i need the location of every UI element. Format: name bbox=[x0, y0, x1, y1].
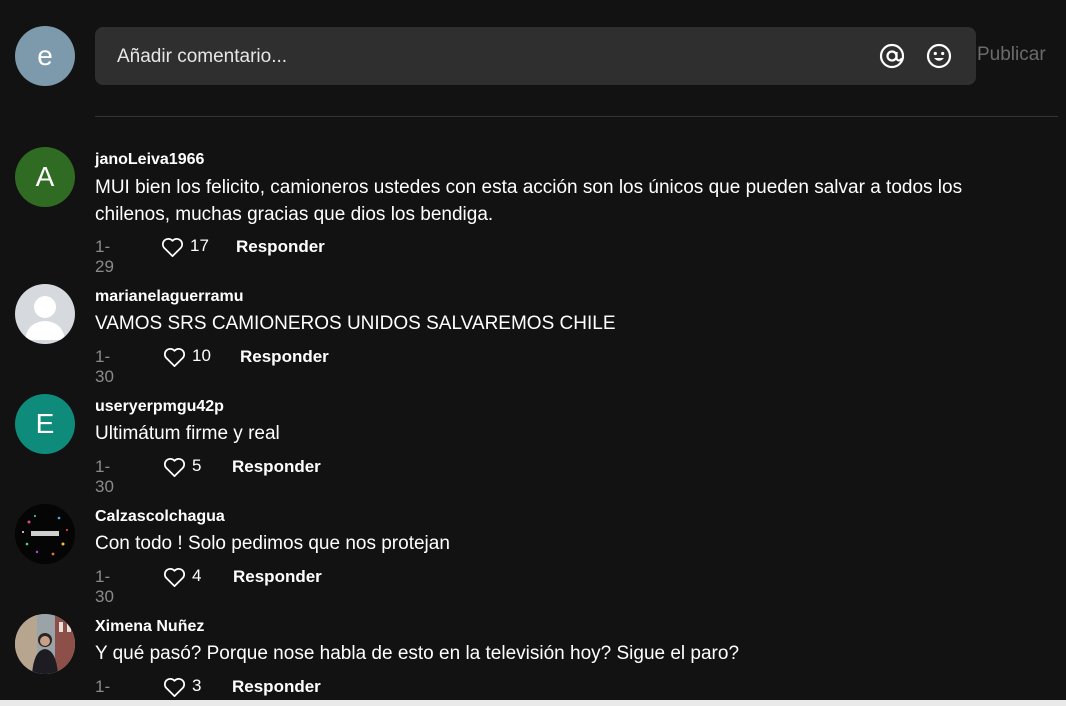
like-count: 10 bbox=[192, 346, 211, 365]
profile-photo-avatar-icon bbox=[15, 614, 75, 674]
like-count: 3 bbox=[192, 676, 202, 695]
reply-button[interactable]: Responder bbox=[232, 677, 321, 697]
reply-button[interactable]: Responder bbox=[233, 567, 322, 587]
commenter-avatar[interactable]: E bbox=[15, 394, 75, 454]
like-count: 5 bbox=[192, 456, 202, 475]
reply-button[interactable]: Responder bbox=[232, 457, 321, 477]
default-avatar-silhouette-icon bbox=[25, 296, 65, 340]
like-count: 4 bbox=[192, 566, 202, 585]
comment-text: Ultimátum firme y real bbox=[95, 423, 280, 444]
comment-text: Y qué pasó? Porque nose habla de esto en… bbox=[95, 643, 740, 664]
heart-outline-icon bbox=[163, 568, 186, 587]
comment-text: MUI bien los felicito, camioneros ustede… bbox=[95, 177, 963, 225]
comment-date: 1-30 bbox=[95, 347, 114, 386]
publish-button[interactable]: Publicar bbox=[977, 44, 1046, 66]
current-user-avatar-letter: e bbox=[37, 40, 53, 71]
commenter-username[interactable]: Calzascolchagua bbox=[95, 508, 225, 526]
commenter-avatar[interactable] bbox=[15, 284, 75, 344]
comment-date: 1-30 bbox=[95, 457, 114, 496]
bottom-edge bbox=[0, 700, 1066, 706]
reply-button[interactable]: Responder bbox=[240, 347, 329, 367]
comment-text: VAMOS SRS CAMIONEROS UNIDOS SALVAREMOS C… bbox=[95, 313, 616, 334]
comment-date: 1-29 bbox=[95, 237, 114, 276]
heart-outline-icon bbox=[163, 348, 186, 367]
commenter-avatar[interactable] bbox=[15, 504, 75, 564]
brand-logo-avatar-icon bbox=[15, 504, 75, 564]
comments-panel: e Publicar A janoLeiva1966 MUI bien los … bbox=[0, 0, 1066, 706]
commenter-username[interactable]: janoLeiva1966 bbox=[95, 151, 204, 169]
heart-outline-icon bbox=[161, 238, 184, 257]
commenter-username[interactable]: useryerpmgu42p bbox=[95, 398, 224, 416]
comment-composer: e Publicar bbox=[0, 0, 1066, 117]
commenter-avatar-letter: A bbox=[35, 161, 55, 192]
commenter-username[interactable]: marianelaguerramu bbox=[95, 288, 244, 306]
smiley-face-icon[interactable] bbox=[926, 43, 952, 69]
commenter-avatar[interactable]: A bbox=[15, 147, 75, 207]
comment-text: Con todo ! Solo pedimos que nos protejan bbox=[95, 533, 450, 554]
heart-outline-icon bbox=[163, 458, 186, 477]
like-count: 17 bbox=[190, 236, 209, 255]
commenter-username[interactable]: Ximena Nuñez bbox=[95, 618, 204, 636]
commenter-avatar-letter: E bbox=[35, 408, 55, 439]
heart-outline-icon bbox=[163, 678, 186, 697]
comment-date: 1-30 bbox=[95, 567, 114, 606]
comment-input-box[interactable] bbox=[95, 27, 976, 87]
commenter-avatar[interactable] bbox=[15, 614, 75, 674]
current-user-avatar[interactable]: e bbox=[15, 26, 75, 86]
divider bbox=[95, 116, 1058, 117]
at-sign-icon[interactable] bbox=[879, 43, 905, 69]
reply-button[interactable]: Responder bbox=[236, 237, 325, 257]
comment-input[interactable] bbox=[115, 27, 859, 87]
